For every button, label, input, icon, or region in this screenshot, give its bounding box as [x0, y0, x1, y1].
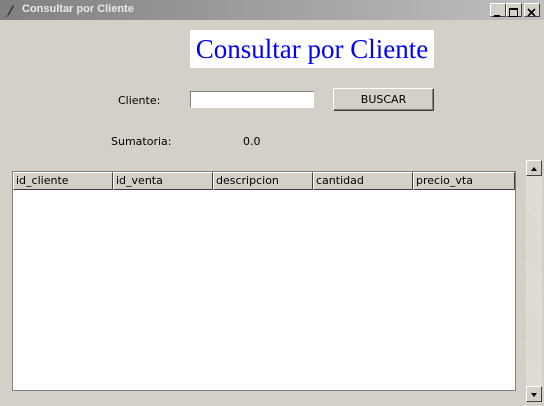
column-header-descripcion[interactable]: descripcion [213, 172, 313, 190]
column-header-precio-vta[interactable]: precio_vta [413, 172, 515, 190]
sumatoria-label: Sumatoria: [111, 135, 172, 148]
vertical-scrollbar[interactable] [526, 160, 542, 402]
column-header-id-venta[interactable]: id_venta [113, 172, 213, 190]
maximize-button[interactable] [506, 3, 522, 17]
window-title: Consultar por Cliente [22, 3, 134, 15]
scroll-up-button[interactable] [526, 160, 542, 176]
arrow-up-icon [531, 167, 537, 171]
close-button[interactable] [524, 3, 540, 17]
scroll-down-button[interactable] [526, 386, 542, 402]
main-window: Consultar por Cliente Consultar por Clie… [0, 0, 544, 404]
title-bar[interactable]: Consultar por Cliente [0, 0, 544, 20]
column-header-cantidad[interactable]: cantidad [313, 172, 413, 190]
column-header-id-cliente[interactable]: id_cliente [13, 172, 113, 190]
minimize-icon [494, 15, 500, 17]
table-header: id_cliente id_venta descripcion cantidad… [13, 172, 515, 190]
arrow-down-icon [531, 393, 537, 397]
buscar-button[interactable]: BUSCAR [333, 88, 434, 111]
feather-icon [5, 5, 14, 17]
cliente-input[interactable] [190, 91, 314, 108]
page-title: Consultar por Cliente [190, 30, 434, 68]
close-icon [527, 8, 536, 17]
sumatoria-value: 0.0 [243, 135, 261, 148]
minimize-button[interactable] [490, 3, 506, 17]
results-table[interactable]: id_cliente id_venta descripcion cantidad… [12, 171, 516, 391]
maximize-icon [509, 8, 518, 17]
cliente-label: Cliente: [118, 94, 161, 107]
